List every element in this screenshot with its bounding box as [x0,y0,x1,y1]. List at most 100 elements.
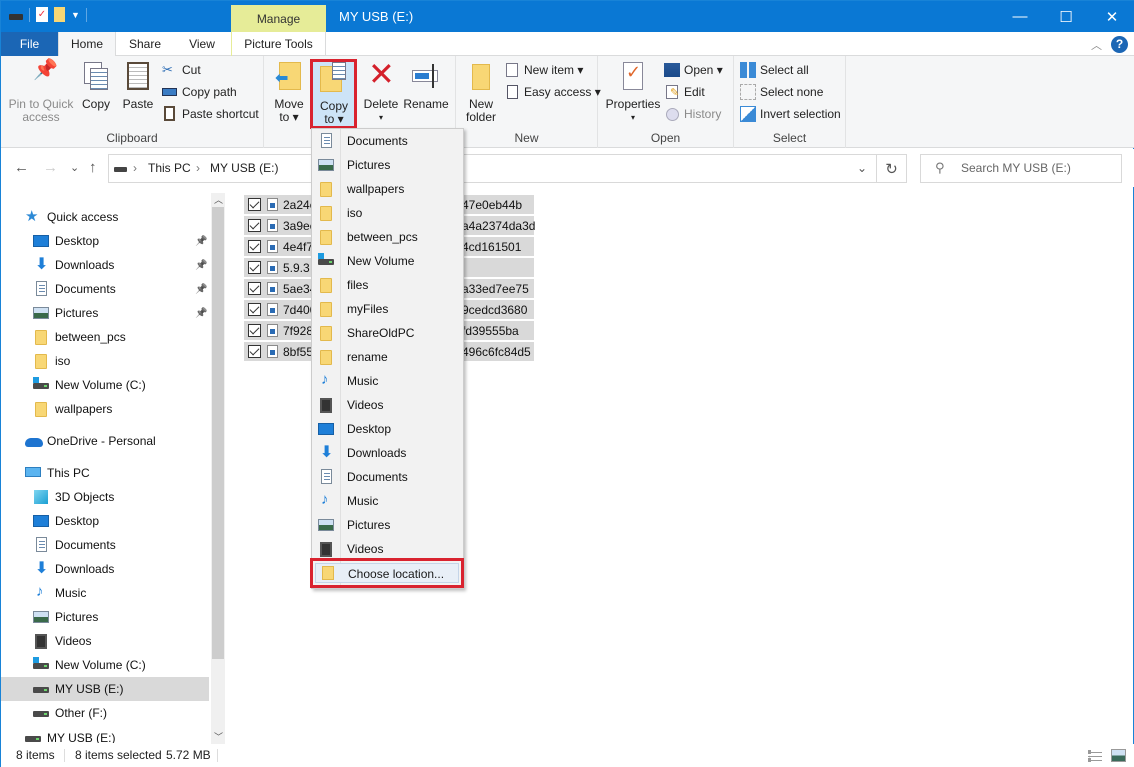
invert-selection-button[interactable]: Invert selection [740,104,841,124]
open-button[interactable]: Open ▾ [664,60,723,80]
sidebar-item-label: between_pcs [55,330,126,344]
sidebar-item-quick-access[interactable]: ★ Quick access [1,205,209,229]
breadcrumb-my-usb[interactable]: MY USB (E:) [210,161,278,175]
sidebar-item-3d-objects[interactable]: 3D Objects [1,485,209,509]
tab-file[interactable]: File [1,32,58,56]
copy-to-item-videos[interactable]: Videos [312,393,463,417]
move-to-button[interactable]: ⬅ Move to ▾ [272,60,306,124]
forward-button[interactable]: → [43,159,58,176]
properties-check-icon[interactable]: ✓ [36,7,48,22]
copy-to-item-desktop[interactable]: Desktop [312,417,463,441]
address-dropdown-icon[interactable]: ⌄ [857,161,867,175]
sidebar-item-other-f[interactable]: Other (F:) [1,701,209,725]
tab-view[interactable]: View [173,32,231,56]
copy-to-item-shareoldpc[interactable]: ShareOldPC [312,321,463,345]
paste-button[interactable]: Paste [121,60,155,111]
copy-to-item-downloads[interactable]: ⬇ Downloads [312,441,463,465]
copy-button[interactable]: Copy [79,60,113,111]
new-item-button[interactable]: New item ▾ [504,60,583,80]
close-button[interactable]: ✕ [1089,1,1134,32]
select-all-button[interactable]: Select all [740,60,809,80]
copy-to-item-rename[interactable]: rename [312,345,463,369]
maximize-button[interactable]: ☐ [1043,1,1089,32]
sidebar-item-new-volume-c[interactable]: New Volume (C:) [1,373,209,397]
sidebar-item-iso[interactable]: iso [1,349,209,373]
menu-item-label: ShareOldPC [347,326,415,340]
file-checkbox[interactable] [248,240,261,253]
sidebar-item-my-usb-e[interactable]: MY USB (E:) [1,677,209,701]
file-checkbox[interactable] [248,345,261,358]
sidebar-item-downloads[interactable]: ⬇ Downloads [1,557,209,581]
sidebar-item-new-volume-c[interactable]: New Volume (C:) [1,653,209,677]
manage-tab[interactable]: Manage [231,5,326,32]
new-folder-icon[interactable] [54,7,65,22]
minimize-button[interactable]: — [997,1,1043,32]
select-none-button[interactable]: Select none [740,82,823,102]
scroll-down-icon[interactable]: ﹀ [214,730,223,743]
address-bar[interactable]: › This PC › MY USB (E:) ⌄ [108,154,877,183]
search-input[interactable]: ⚲ Search MY USB (E:) [920,154,1122,183]
sidebar-item-documents[interactable]: Documents 📌 [1,277,209,301]
copy-to-item-pictures[interactable]: Pictures [312,153,463,177]
easy-access-button[interactable]: Easy access ▾ [504,82,601,102]
properties-button[interactable]: ✓ Properties ▾ [604,60,662,124]
new-folder-button[interactable]: New folder [462,60,500,124]
copy-to-item-pictures[interactable]: Pictures [312,513,463,537]
customize-qat-icon[interactable]: ▼ [71,10,80,20]
copy-to-item-music[interactable]: ♪ Music [312,489,463,513]
copy-path-button[interactable]: Copy path [162,82,237,102]
tab-share[interactable]: Share [117,32,173,56]
breadcrumb-this-pc[interactable]: This PC [148,161,191,175]
sidebar-item-desktop[interactable]: Desktop [1,509,209,533]
sidebar-item-pictures[interactable]: Pictures [1,605,209,629]
sidebar-item-pictures[interactable]: Pictures 📌 [1,301,209,325]
sidebar-item-documents[interactable]: Documents [1,533,209,557]
help-icon[interactable]: ? [1111,36,1128,53]
file-checkbox[interactable] [248,198,261,211]
up-button[interactable]: ↑ [89,159,97,176]
copy-to-item-between-pcs[interactable]: between_pcs [312,225,463,249]
sidebar-item-desktop[interactable]: Desktop 📌 [1,229,209,253]
sidebar-item-wallpapers[interactable]: wallpapers [1,397,209,421]
file-checkbox[interactable] [248,282,261,295]
edit-button[interactable]: ✎ Edit [664,82,705,102]
sidebar-item-onedrive-personal[interactable]: OneDrive - Personal [1,429,209,453]
recent-locations-button[interactable]: ⌄ [70,161,79,174]
copy-to-item-music[interactable]: ♪ Music [312,369,463,393]
tab-picture-tools[interactable]: Picture Tools [231,32,326,56]
file-checkbox[interactable] [248,324,261,337]
file-checkbox[interactable] [248,219,261,232]
sidebar-item-downloads[interactable]: ⬇ Downloads 📌 [1,253,209,277]
copy-to-item-myfiles[interactable]: myFiles [312,297,463,321]
back-button[interactable]: ← [14,159,29,176]
sidebar-item-my-usb-e[interactable]: MY USB (E:) [1,733,209,743]
copy-to-item-documents[interactable]: Documents [312,465,463,489]
sidebar-item-this-pc[interactable]: This PC [1,461,209,485]
copy-to-item-wallpapers[interactable]: wallpapers [312,177,463,201]
details-view-icon[interactable] [1088,750,1102,762]
rename-button[interactable]: Rename [403,60,449,111]
sidebar-scrollbar[interactable]: ︿ ﹀ [211,193,225,744]
paste-shortcut-button[interactable]: Paste shortcut [162,104,259,124]
scroll-up-icon[interactable]: ︿ [214,193,223,206]
pin-to-quick-access-button[interactable]: 📌 Pin to Quick access [7,60,75,124]
history-button[interactable]: History [664,104,721,124]
copy-to-button[interactable]: Copy to ▾ [310,59,357,129]
sidebar-item-videos[interactable]: Videos [1,629,209,653]
choose-location-menu-item[interactable]: Choose location... [315,563,459,583]
file-checkbox[interactable] [248,303,261,316]
refresh-button[interactable]: ↻ [877,154,907,183]
cut-button[interactable]: ✂ Cut [162,60,201,80]
scrollbar-thumb[interactable] [212,207,224,659]
copy-to-item-documents[interactable]: Documents [312,129,463,153]
collapse-ribbon-icon[interactable]: ︿ [1091,37,1102,53]
tab-home[interactable]: Home [58,32,116,57]
copy-to-item-files[interactable]: files [312,273,463,297]
sidebar-item-between-pcs[interactable]: between_pcs [1,325,209,349]
file-checkbox[interactable] [248,261,261,274]
large-icons-view-icon[interactable] [1111,749,1126,762]
sidebar-item-music[interactable]: ♪ Music [1,581,209,605]
copy-to-item-iso[interactable]: iso [312,201,463,225]
copy-to-item-new-volume[interactable]: New Volume [312,249,463,273]
delete-button[interactable]: ✕ Delete ▾ [362,56,400,124]
